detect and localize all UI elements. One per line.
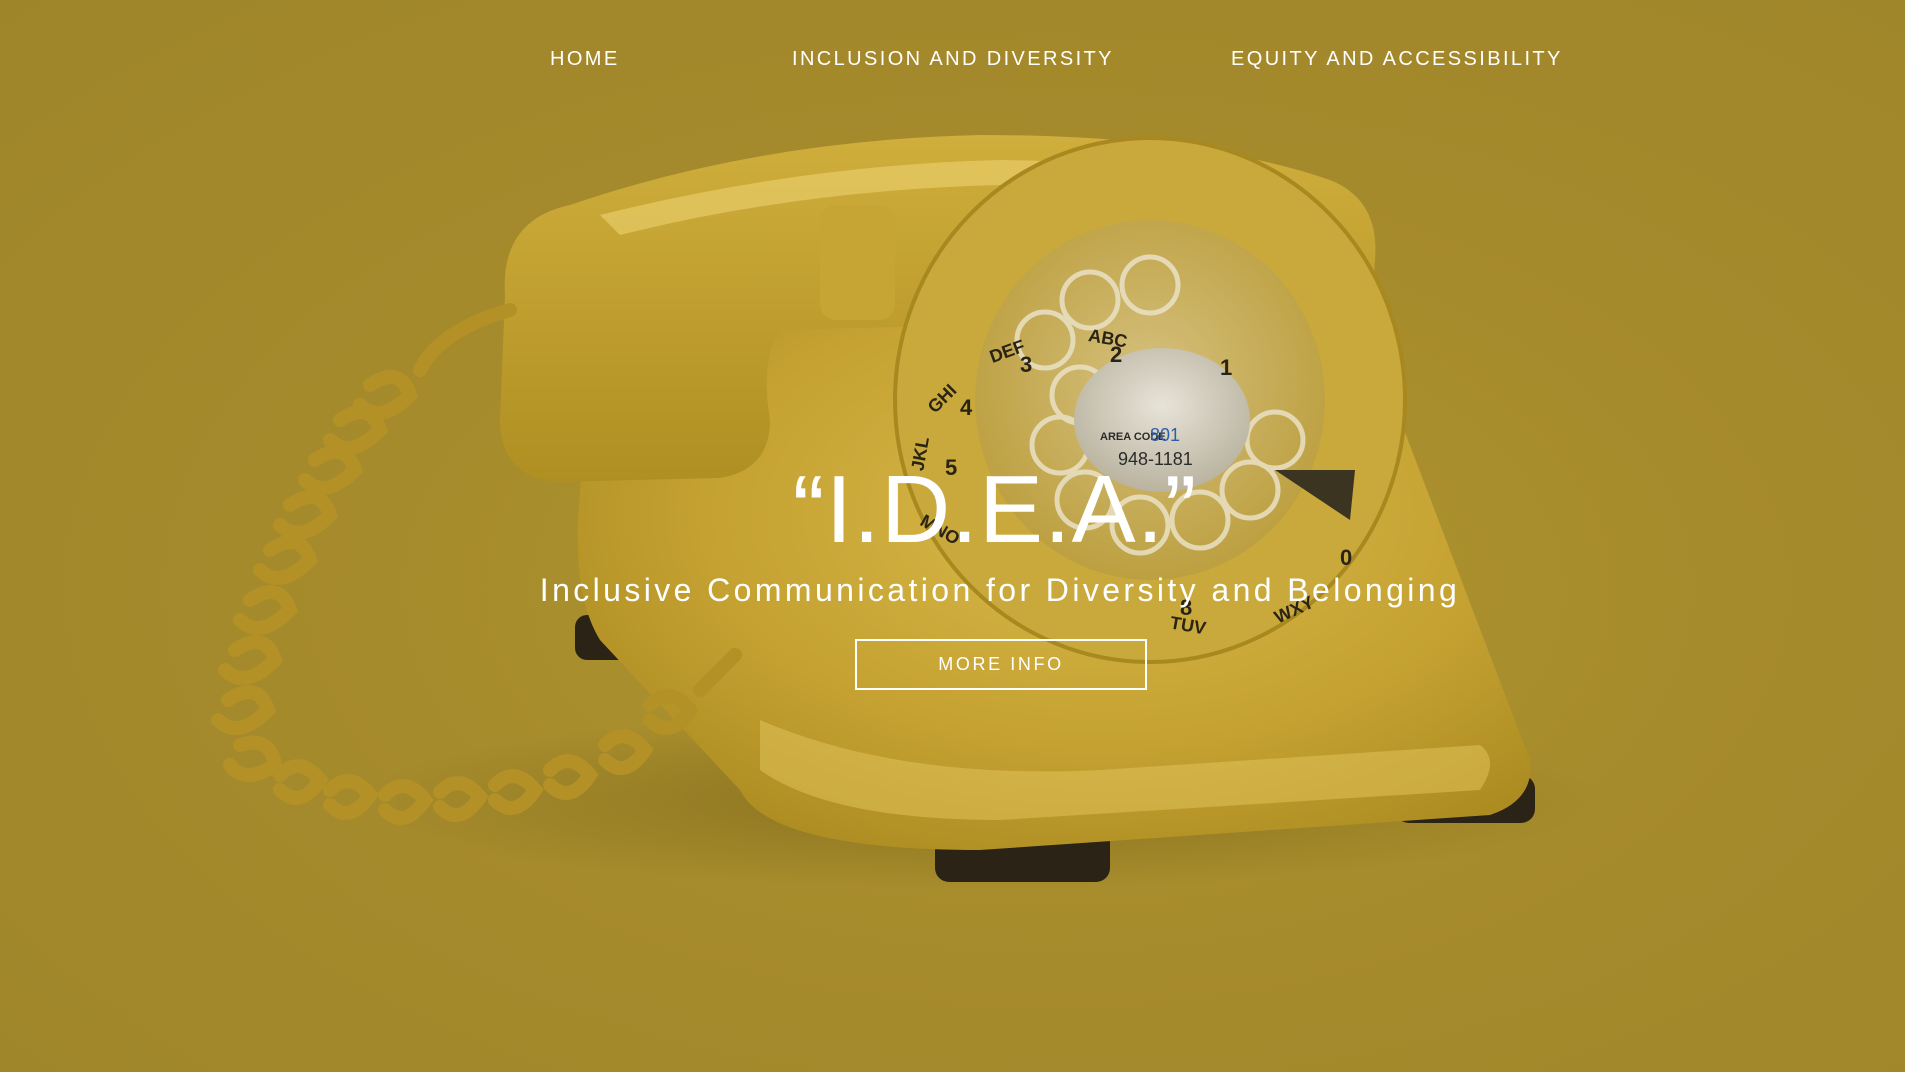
nav-link-inclusion-and-diversity[interactable]: INCLUSION AND DIVERSITY <box>792 48 1114 71</box>
cradle-prong-left <box>820 205 895 320</box>
more-info-button[interactable]: MORE INFO <box>855 639 1147 690</box>
nav-link-home[interactable]: HOME <box>550 48 620 71</box>
main-navigation: HOME INCLUSION AND DIVERSITY EQUITY AND … <box>0 48 1905 82</box>
dial-digit-1: 1 <box>1220 355 1232 380</box>
dial-digit-2: 2 <box>1110 342 1122 367</box>
area-code-number: 801 <box>1150 425 1180 445</box>
nav-link-equity-and-accessibility[interactable]: EQUITY AND ACCESSIBILITY <box>1231 48 1563 71</box>
hero-subtitle: Inclusive Communication for Diversity an… <box>539 572 1461 608</box>
hero-section: AREA CODE 801 948-1181 ABC DEF GHI JKL M… <box>0 0 1905 1072</box>
dial-digit-4: 4 <box>960 395 973 420</box>
dial-digit-3: 3 <box>1020 352 1032 377</box>
hero-title: “I.D.E.A.” <box>792 456 1198 563</box>
